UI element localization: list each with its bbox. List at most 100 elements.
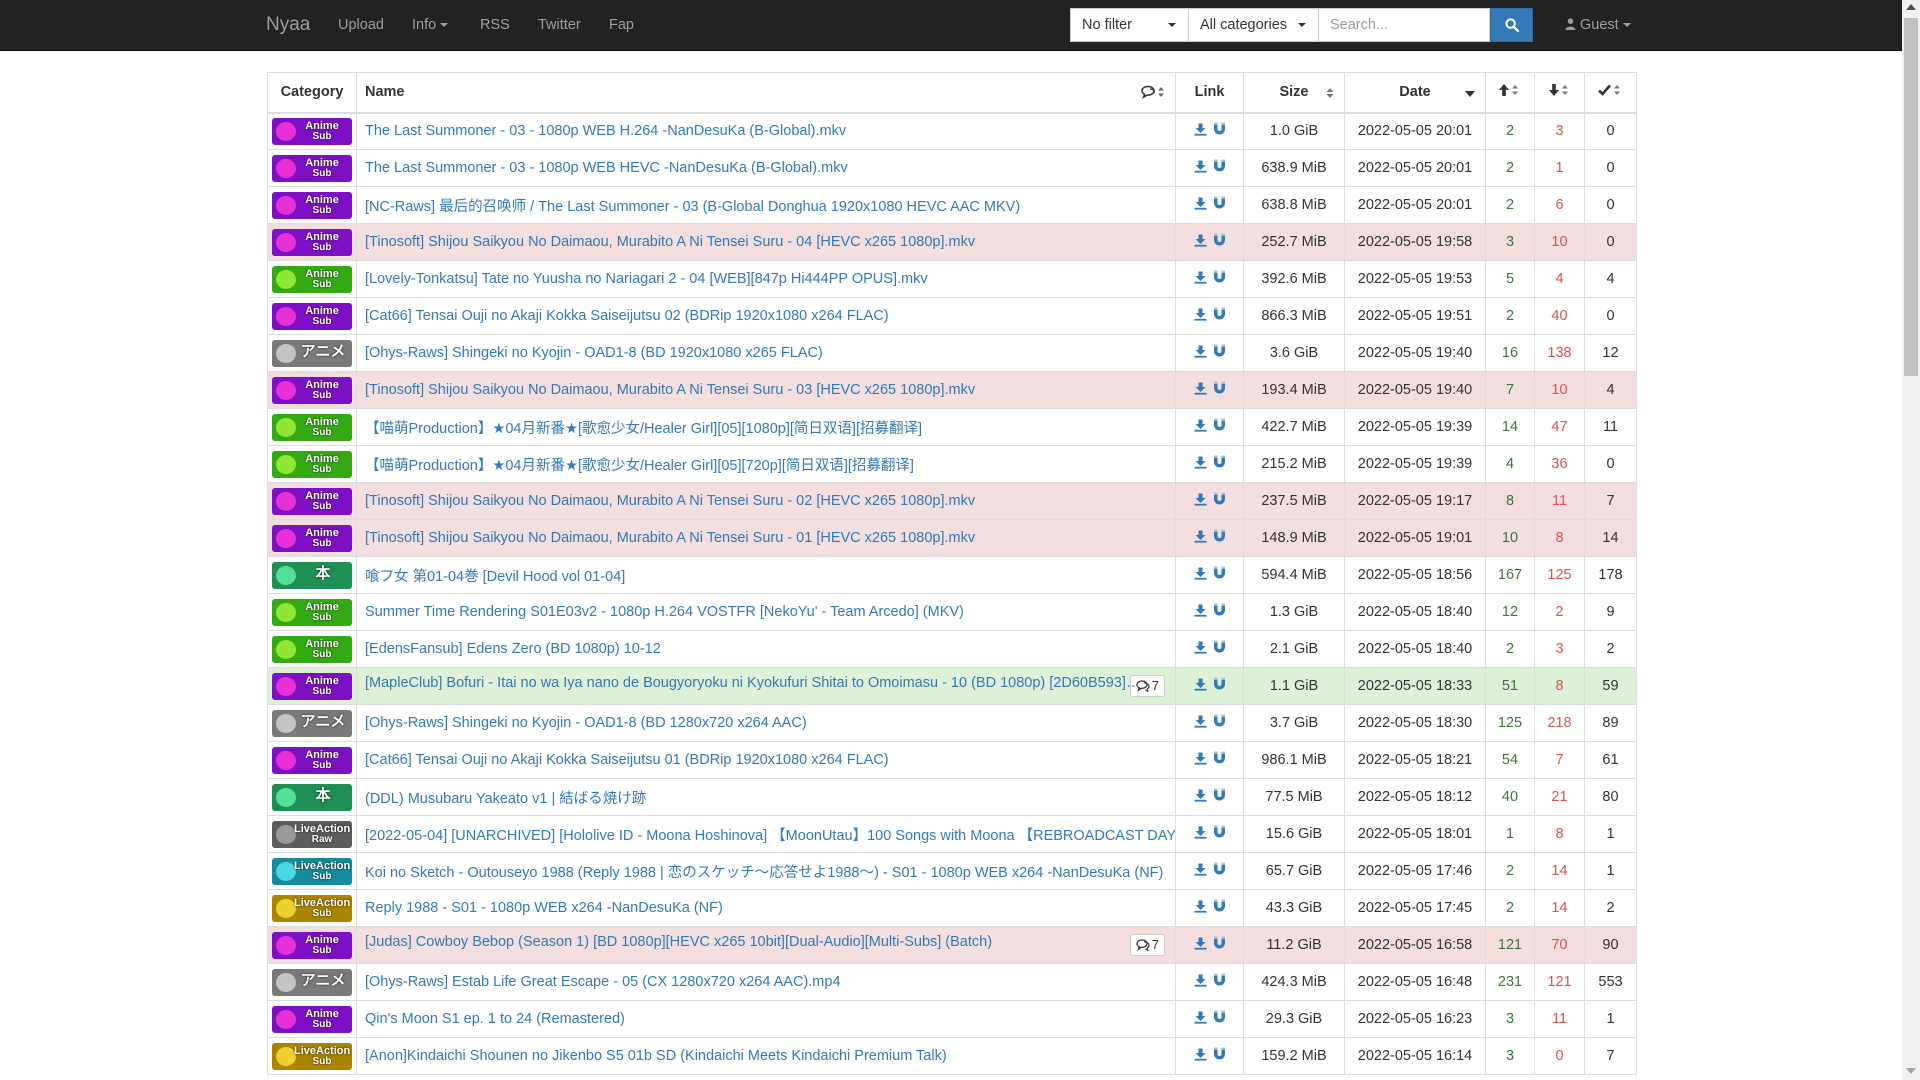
anime-sub-icon[interactable]: Anime Sub xyxy=(272,635,352,663)
comments-badge[interactable]: 7 xyxy=(1129,934,1165,956)
torrent-name-link[interactable]: [Ohys-Raws] Shingeki no Kyojin - OAD1-8 … xyxy=(365,715,807,731)
torrent-name-link[interactable]: [Anon]Kindaichi Shounen no Jikenbo S5 01… xyxy=(365,1048,947,1064)
torrent-name-link[interactable]: [Ohys-Raws] Shingeki no Kyojin - OAD1-8 … xyxy=(365,345,823,361)
anime-sub-icon[interactable]: Anime Sub xyxy=(272,746,352,774)
magnet-icon[interactable] xyxy=(1213,677,1226,695)
category-select[interactable]: All categories xyxy=(1188,8,1319,42)
sort-comments-button[interactable] xyxy=(1141,85,1167,103)
scroll-down-icon[interactable] xyxy=(1906,1068,1916,1074)
magnet-icon[interactable] xyxy=(1213,640,1226,658)
download-icon[interactable] xyxy=(1194,419,1207,436)
magnet-icon[interactable] xyxy=(1213,566,1226,584)
torrent-name-link[interactable]: (DDL) Musubaru Yakeato v1 | 結ばる焼け跡 xyxy=(365,791,646,807)
magnet-icon[interactable] xyxy=(1213,603,1226,621)
literature-icon[interactable]: 本 xyxy=(272,783,352,811)
live-action-sub-icon[interactable]: LiveAction Sub xyxy=(272,857,352,885)
magnet-icon[interactable] xyxy=(1213,344,1226,362)
magnet-icon[interactable] xyxy=(1213,862,1226,880)
header-leechers[interactable] xyxy=(1534,72,1585,114)
torrent-name-link[interactable]: 喰フ女 第01-04巻 [Devil Hood vol 01-04] xyxy=(365,569,625,585)
torrent-name-link[interactable]: [Cat66] Tensai Ouji no Akaji Kokka Saise… xyxy=(365,752,889,768)
download-icon[interactable] xyxy=(1194,160,1207,177)
anime-raw-icon[interactable]: アニメ xyxy=(272,968,352,996)
anime-sub-icon[interactable]: Anime Sub xyxy=(272,117,352,145)
download-icon[interactable] xyxy=(1194,123,1207,140)
magnet-icon[interactable] xyxy=(1213,899,1226,917)
magnet-icon[interactable] xyxy=(1213,270,1226,288)
download-icon[interactable] xyxy=(1194,234,1207,251)
nav-twitter[interactable]: Twitter xyxy=(538,0,581,51)
anime-sub-icon[interactable]: Anime Sub xyxy=(272,413,352,441)
scrollbar-thumb[interactable] xyxy=(1904,18,1918,376)
anime-raw-icon[interactable]: アニメ xyxy=(272,339,352,367)
download-icon[interactable] xyxy=(1194,308,1207,325)
magnet-icon[interactable] xyxy=(1213,751,1226,769)
download-icon[interactable] xyxy=(1194,863,1207,880)
torrent-name-link[interactable]: [2022-05-04] [UNARCHIVED] [Hololive ID -… xyxy=(365,828,1175,844)
download-icon[interactable] xyxy=(1194,382,1207,399)
anime-sub-icon[interactable]: Anime Sub xyxy=(272,672,352,700)
magnet-icon[interactable] xyxy=(1213,196,1226,214)
header-seeders[interactable] xyxy=(1485,72,1535,114)
download-icon[interactable] xyxy=(1194,641,1207,658)
magnet-icon[interactable] xyxy=(1213,122,1226,140)
nav-info[interactable]: Info xyxy=(412,0,449,51)
download-icon[interactable] xyxy=(1194,271,1207,288)
nav-upload[interactable]: Upload xyxy=(338,0,384,51)
anime-sub-icon[interactable]: Anime Sub xyxy=(272,598,352,626)
header-name[interactable]: Name xyxy=(356,72,1176,114)
anime-sub-icon[interactable]: Anime Sub xyxy=(272,931,352,959)
header-completed[interactable] xyxy=(1584,72,1637,114)
torrent-name-link[interactable]: [Tinosoft] Shijou Saikyou No Daimaou, Mu… xyxy=(365,530,975,546)
anime-sub-icon[interactable]: Anime Sub xyxy=(272,524,352,552)
torrent-name-link[interactable]: [MapleClub] Bofuri - Itai no wa Iya nano… xyxy=(365,675,1140,691)
magnet-icon[interactable] xyxy=(1213,936,1226,954)
torrent-name-link[interactable]: Summer Time Rendering S01E03v2 - 1080p H… xyxy=(365,604,964,620)
torrent-name-link[interactable]: Reply 1988 - S01 - 1080p WEB x264 -NanDe… xyxy=(365,900,723,916)
magnet-icon[interactable] xyxy=(1213,1010,1226,1028)
download-icon[interactable] xyxy=(1194,1011,1207,1028)
anime-sub-icon[interactable]: Anime Sub xyxy=(272,191,352,219)
torrent-name-link[interactable]: Koi no Sketch - Outouseyo 1988 (Reply 19… xyxy=(365,865,1163,881)
download-icon[interactable] xyxy=(1194,826,1207,843)
magnet-icon[interactable] xyxy=(1213,529,1226,547)
magnet-icon[interactable] xyxy=(1213,973,1226,991)
anime-sub-icon[interactable]: Anime Sub xyxy=(272,265,352,293)
torrent-name-link[interactable]: [Ohys-Raws] Estab Life Great Escape - 05… xyxy=(365,974,841,990)
download-icon[interactable] xyxy=(1194,456,1207,473)
magnet-icon[interactable] xyxy=(1213,492,1226,510)
download-icon[interactable] xyxy=(1194,678,1207,695)
filter-select[interactable]: No filter xyxy=(1070,8,1189,42)
download-icon[interactable] xyxy=(1194,900,1207,917)
download-icon[interactable] xyxy=(1194,530,1207,547)
magnet-icon[interactable] xyxy=(1213,825,1226,843)
download-icon[interactable] xyxy=(1194,974,1207,991)
magnet-icon[interactable] xyxy=(1213,455,1226,473)
torrent-name-link[interactable]: 【喵萌Production】★04月新番★[歌愈少女/Healer Girl][… xyxy=(365,458,914,474)
magnet-icon[interactable] xyxy=(1213,418,1226,436)
brand-logo[interactable]: Nyaa xyxy=(266,0,310,51)
anime-sub-icon[interactable]: Anime Sub xyxy=(272,228,352,256)
download-icon[interactable] xyxy=(1194,1048,1207,1065)
scroll-up-icon[interactable] xyxy=(1906,4,1916,10)
torrent-name-link[interactable]: [Cat66] Tensai Ouji no Akaji Kokka Saise… xyxy=(365,308,889,324)
download-icon[interactable] xyxy=(1194,345,1207,362)
torrent-name-link[interactable]: [Judas] Cowboy Bebop (Season 1) [BD 1080… xyxy=(365,934,992,950)
header-size[interactable]: Size xyxy=(1243,72,1345,114)
anime-raw-icon[interactable]: アニメ xyxy=(272,709,352,737)
search-input[interactable] xyxy=(1318,8,1490,42)
search-button[interactable] xyxy=(1490,8,1533,42)
torrent-name-link[interactable]: Qin's Moon S1 ep. 1 to 24 (Remastered) xyxy=(365,1011,625,1027)
torrent-name-link[interactable]: [Tinosoft] Shijou Saikyou No Daimaou, Mu… xyxy=(365,234,975,250)
torrent-name-link[interactable]: 【喵萌Production】★04月新番★[歌愈少女/Healer Girl][… xyxy=(365,421,922,437)
download-icon[interactable] xyxy=(1194,197,1207,214)
user-menu[interactable]: Guest xyxy=(1565,0,1631,51)
download-icon[interactable] xyxy=(1194,752,1207,769)
torrent-name-link[interactable]: [Lovely-Tonkatsu] Tate no Yuusha no Nari… xyxy=(365,271,928,287)
nav-rss[interactable]: RSS xyxy=(480,0,510,51)
torrent-name-link[interactable]: The Last Summoner - 03 - 1080p WEB HEVC … xyxy=(365,160,848,176)
magnet-icon[interactable] xyxy=(1213,159,1226,177)
magnet-icon[interactable] xyxy=(1213,233,1226,251)
live-action-sub-icon[interactable]: LiveAction Sub xyxy=(272,1042,352,1070)
download-icon[interactable] xyxy=(1194,789,1207,806)
